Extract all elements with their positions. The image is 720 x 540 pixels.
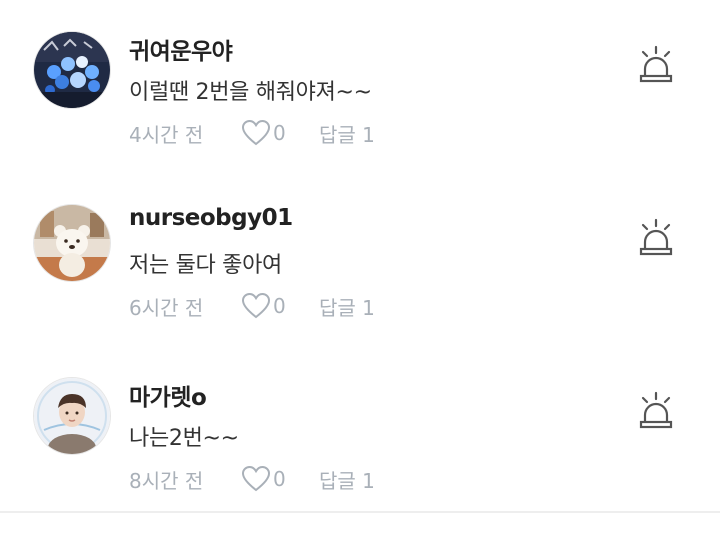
comment-text: 나는2번~~ bbox=[129, 426, 239, 451]
comment-time: 6시간 전 bbox=[129, 295, 204, 320]
comment-text: 저는 둘다 좋아여 bbox=[129, 253, 282, 278]
comment-text: 이럴땐 2번을 해줘야져~~ bbox=[129, 80, 372, 105]
avatar[interactable] bbox=[34, 205, 110, 281]
avatar[interactable] bbox=[34, 32, 110, 108]
comment-author[interactable]: nurseobgy01 bbox=[129, 205, 293, 231]
reply-button[interactable]: 답글 1 bbox=[319, 119, 375, 148]
like-button[interactable]: 0 bbox=[241, 292, 319, 320]
report-button[interactable] bbox=[637, 218, 675, 258]
report-button[interactable] bbox=[637, 391, 675, 431]
comment-item: nurseobgy01 저는 둘다 좋아여 6시간 전 0 답글 1 bbox=[0, 173, 720, 345]
comment-author[interactable]: 귀여운우야 bbox=[129, 32, 233, 66]
avatar-person-icon bbox=[34, 378, 110, 454]
like-count: 0 bbox=[273, 121, 286, 145]
avatar[interactable] bbox=[34, 378, 110, 454]
divider bbox=[0, 511, 720, 513]
heart-icon bbox=[241, 119, 271, 146]
comment-item: 귀여운우야 이럴땐 2번을 해줘야져~~ 4시간 전 0 답글 1 bbox=[0, 0, 720, 172]
comment-meta: 6시간 전 0 답글 1 bbox=[129, 291, 375, 321]
siren-icon bbox=[639, 45, 673, 83]
siren-icon bbox=[639, 218, 673, 256]
comment-time: 4시간 전 bbox=[129, 122, 204, 147]
comment-time: 8시간 전 bbox=[129, 468, 204, 493]
heart-icon bbox=[241, 292, 271, 319]
comment-meta: 4시간 전 0 답글 1 bbox=[129, 118, 375, 148]
like-button[interactable]: 0 bbox=[241, 465, 319, 493]
report-button[interactable] bbox=[637, 45, 675, 85]
like-count: 0 bbox=[273, 467, 286, 491]
avatar-blue-lights-icon bbox=[34, 32, 110, 108]
reply-button[interactable]: 답글 1 bbox=[319, 465, 375, 494]
comment-author[interactable]: 마가렛o bbox=[129, 378, 207, 412]
like-button[interactable]: 0 bbox=[241, 119, 319, 147]
siren-icon bbox=[639, 391, 673, 429]
heart-icon bbox=[241, 465, 271, 492]
comment-item: 마가렛o 나는2번~~ 8시간 전 0 답글 1 bbox=[0, 346, 720, 518]
reply-button[interactable]: 답글 1 bbox=[319, 292, 375, 321]
like-count: 0 bbox=[273, 294, 286, 318]
avatar-bear-icon bbox=[34, 205, 110, 281]
comment-meta: 8시간 전 0 답글 1 bbox=[129, 464, 375, 494]
